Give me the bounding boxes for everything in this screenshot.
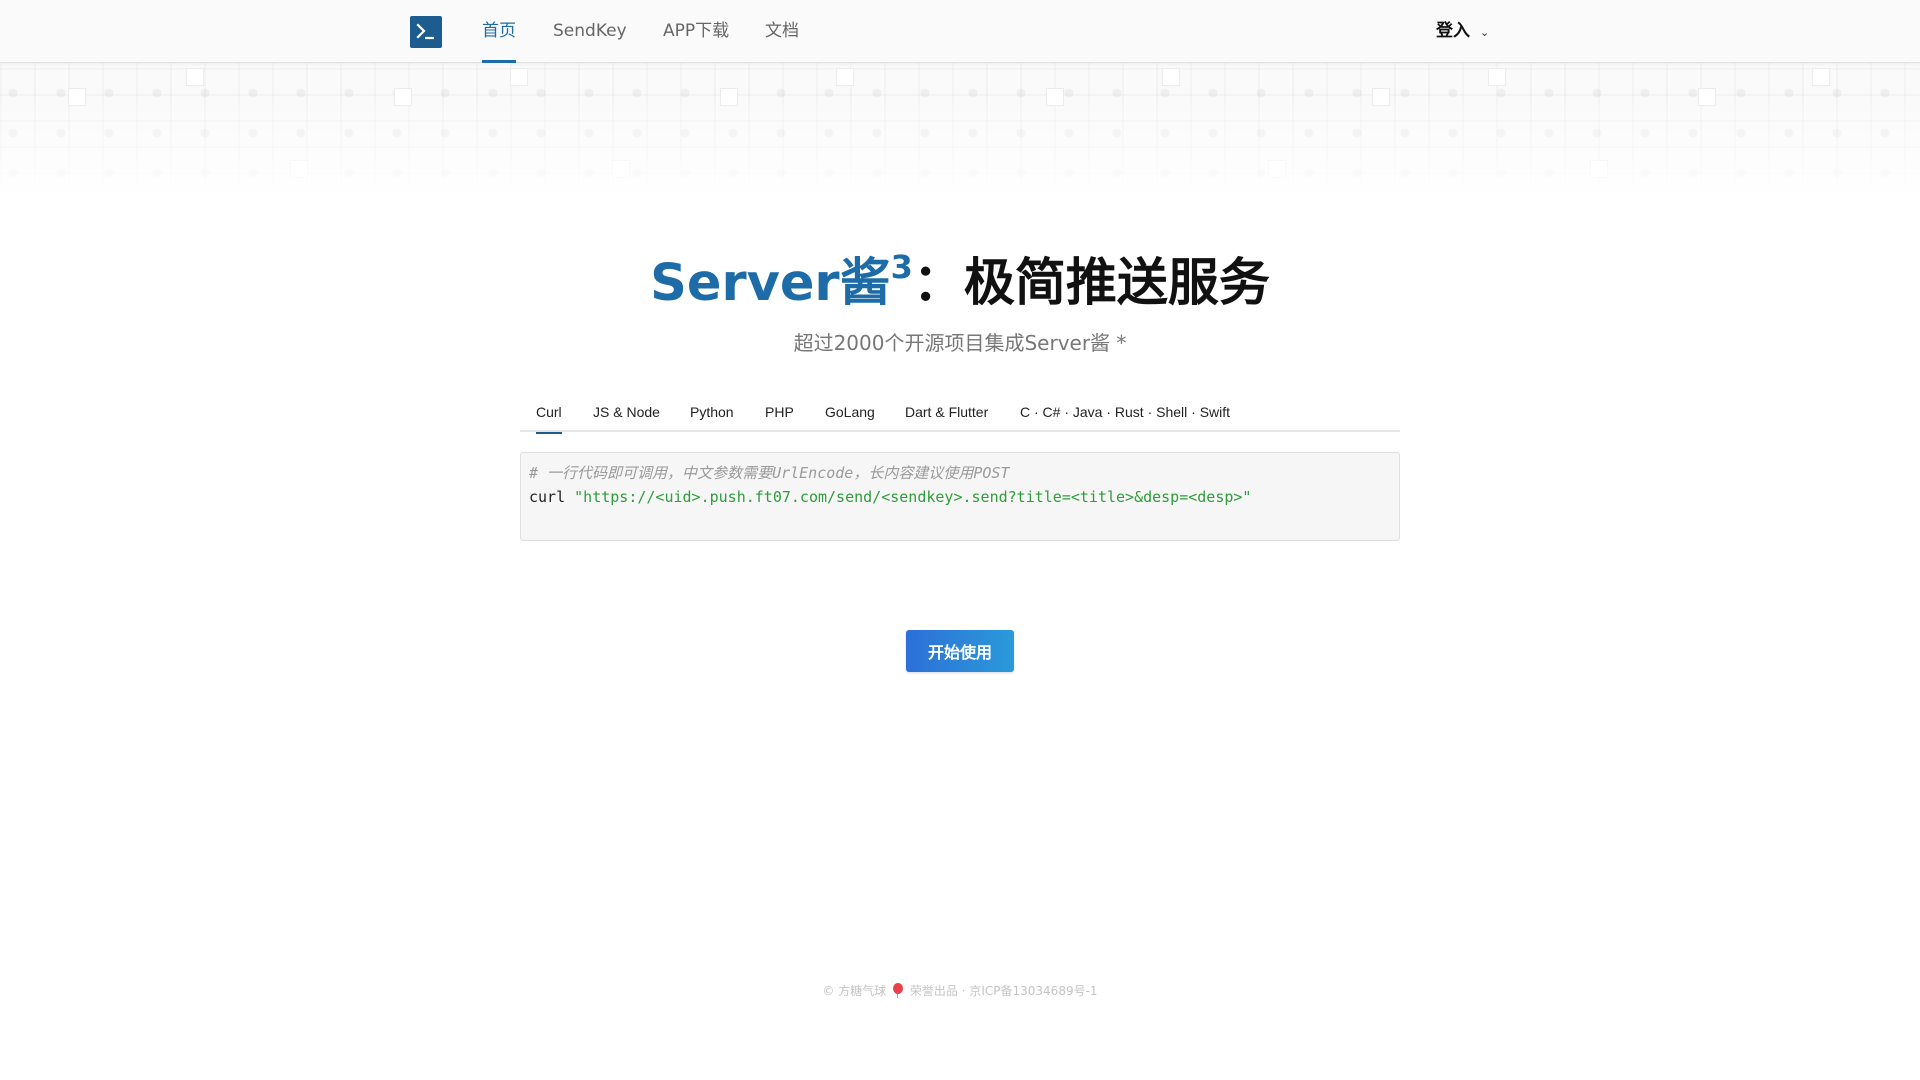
nav-item-home[interactable]: 首页 [482, 0, 516, 63]
background-square [186, 68, 204, 86]
top-navbar: 首页 SendKey APP下载 文档 登入 ⌄ [0, 0, 1920, 63]
login-menu[interactable]: 登入 ⌄ [1436, 0, 1489, 63]
code-command: curl [529, 488, 575, 506]
hero-subtitle: 超过2000个开源项目集成Server酱 * [793, 331, 1127, 355]
background-square [1812, 68, 1830, 86]
background-square [510, 68, 528, 86]
background-square [1488, 68, 1506, 86]
background-fade [0, 100, 1920, 200]
nav-item-sendkey[interactable]: SendKey [553, 0, 627, 63]
background-square [836, 68, 854, 86]
nav-item-docs[interactable]: 文档 [765, 0, 799, 63]
tab-dart-flutter[interactable]: Dart & Flutter [905, 396, 988, 432]
code-snippet[interactable]: # 一行代码即可调用，中文参数需要UrlEncode，长内容建议使用POST c… [520, 452, 1400, 541]
hero-brand: Server酱 [650, 254, 891, 313]
hero-tagline: ：极简推送服务 [912, 254, 1270, 313]
background-square [1162, 68, 1180, 86]
hero-superscript: 3 [890, 248, 913, 286]
tab-js-node[interactable]: JS & Node [593, 396, 660, 432]
code-url: "https://<uid>.push.ft07.com/send/<sendk… [574, 488, 1252, 506]
nav-item-app-download[interactable]: APP下载 [663, 0, 729, 63]
tab-golang[interactable]: GoLang [825, 396, 875, 432]
balloon-icon [892, 983, 904, 998]
terminal-icon[interactable] [410, 16, 442, 48]
chevron-down-icon: ⌄ [1480, 26, 1490, 39]
hero-title: Server酱3：极简推送服务 [0, 244, 1920, 324]
code-comment: # 一行代码即可调用，中文参数需要UrlEncode，长内容建议使用POST [529, 464, 1010, 482]
footer-icp[interactable]: 荣誉出品 · 京ICP备13034689号-1 [910, 984, 1098, 998]
start-button[interactable]: 开始使用 [906, 630, 1014, 672]
footer: © 方糖气球 荣誉出品 · 京ICP备13034689号-1 [0, 981, 1920, 1001]
tab-python[interactable]: Python [690, 396, 734, 432]
code-line: curl "https://<uid>.push.ft07.com/send/<… [529, 485, 1391, 509]
tab-other-languages[interactable]: C · C# · Java · Rust · Shell · Swift [1020, 396, 1230, 432]
login-label: 登入 [1436, 21, 1470, 41]
language-tabs: Curl JS & Node Python PHP GoLang Dart & … [520, 396, 1400, 434]
tab-curl[interactable]: Curl [536, 396, 562, 434]
footer-copyright: © 方糖气球 [822, 984, 887, 998]
tab-php[interactable]: PHP [765, 396, 794, 432]
